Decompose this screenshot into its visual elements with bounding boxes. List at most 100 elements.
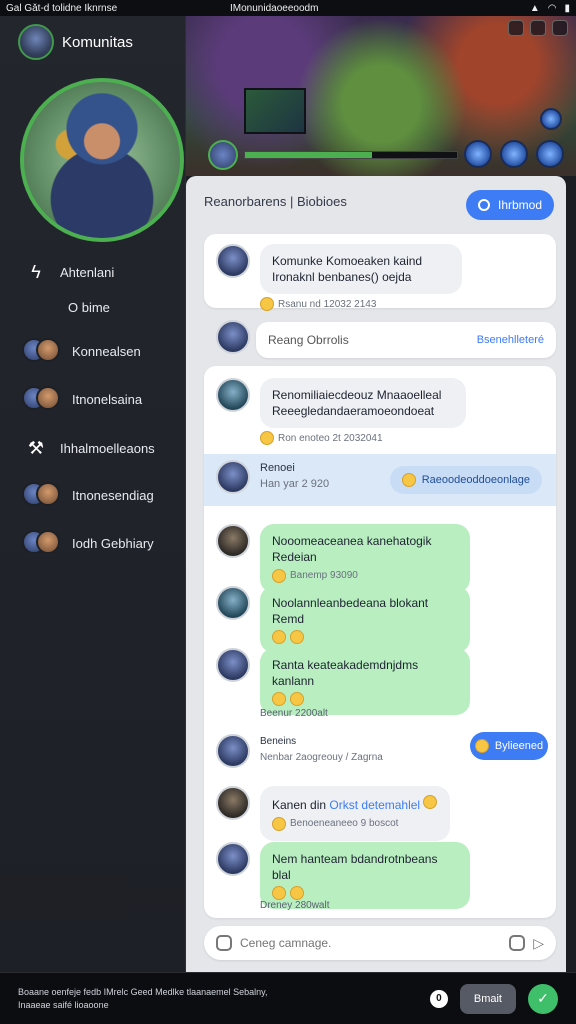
avatar[interactable]: [216, 586, 250, 620]
hero-avatar[interactable]: [20, 78, 184, 242]
date-divider: Beenur 2200alt: [260, 708, 328, 719]
sidebar-item-ihhalmoelleaons[interactable]: ⚒ Ihhalmoelleaons: [22, 434, 155, 462]
avatar[interactable]: [216, 648, 250, 682]
message-meta-text: Nenbar 2aogreouy / Zagrna: [260, 752, 383, 763]
sidebar-item-label: Itnonelsaina: [72, 391, 143, 407]
skill-button[interactable]: [464, 140, 492, 168]
avatar[interactable]: [216, 244, 250, 278]
search-link[interactable]: Bsenehlleteré: [477, 334, 544, 346]
banner-tools: [508, 20, 568, 36]
message-meta: Rsanu nd 12032 2143: [260, 297, 462, 311]
sidebar-item-label: O bime: [68, 300, 110, 315]
message-meta-text: Banemp 93090: [290, 570, 358, 581]
skill-button[interactable]: [536, 140, 564, 168]
highlight-action-label: Raeoodeoddoeonlage: [421, 474, 530, 486]
reply-pill[interactable]: Bylieened: [470, 732, 548, 760]
message-link[interactable]: Orkst detemahlel: [329, 798, 420, 812]
avatar[interactable]: [216, 460, 250, 494]
tool-icon[interactable]: [508, 20, 524, 36]
battery-icon: ▮: [564, 2, 570, 14]
message-meta: [272, 630, 458, 644]
sidebar-item-o-bime[interactable]: O bime: [68, 300, 110, 315]
info-icon[interactable]: 0: [429, 989, 448, 1008]
avatar[interactable]: [18, 24, 54, 60]
avatar[interactable]: [216, 378, 250, 412]
avatar[interactable]: [216, 786, 250, 820]
avatar[interactable]: [216, 734, 250, 768]
message-row: Kanen din Orkst detemahlel Benoeneaneeo …: [216, 786, 450, 841]
attach-icon[interactable]: [216, 935, 232, 951]
banner-hud: [208, 140, 458, 170]
hud-avatar: [208, 140, 238, 170]
message-row: Noolannleanbedeana blokant Remd: [216, 586, 470, 653]
sidebar-item-itnonelsaina[interactable]: Itnonelsaina: [22, 386, 142, 412]
sticker-icon[interactable]: [509, 935, 526, 951]
sidebar-header[interactable]: Komunitas: [18, 24, 133, 60]
hammer-icon: ⚒: [27, 437, 45, 458]
avatar[interactable]: [216, 524, 250, 558]
message-input-bar: ▷: [204, 926, 556, 960]
sidebar-item-iodh-gebhiary[interactable]: Iodh Gebhiary: [22, 530, 154, 556]
emoji-icon: [260, 297, 274, 311]
message-meta: Benoeneaneeo 9 boscot: [272, 816, 438, 832]
message-row: Beneins Nenbar 2aogreouy / Zagrna: [216, 734, 383, 768]
message-text: Noolannleanbedeana blokant Remd: [272, 596, 429, 626]
tool-icon[interactable]: [530, 20, 546, 36]
bottom-bar: Boaane oenfeje fedb IMrelc Geed Medlke t…: [0, 972, 576, 1024]
send-icon[interactable]: ▷: [533, 935, 544, 952]
emoji-icon: [290, 886, 304, 900]
message-bubble: Renomiliaiecdeouz Mnaaoelleal Reeegledan…: [260, 378, 466, 428]
game-banner[interactable]: [186, 16, 576, 176]
search-placeholder: Reang Obrrolis: [268, 333, 349, 347]
emoji-icon: [401, 473, 416, 487]
message-card: Komunke Komoeaken kaind Ironaknl benbane…: [204, 234, 556, 311]
message-title: Beneins: [260, 736, 297, 747]
avatar-pair: [22, 482, 62, 508]
header-action-button[interactable]: Ihrbmod: [466, 190, 554, 220]
message-meta-text: Ron enoteo 2t 2032041: [278, 432, 383, 444]
avatar[interactable]: [216, 842, 250, 876]
sidebar-item-label: Ihhalmoelleaons: [60, 440, 155, 456]
message-text: Reeegledandaeramoeondoeat: [272, 404, 435, 418]
search-row: [216, 320, 250, 354]
emoji-icon: [272, 886, 286, 900]
emoji-icon: [272, 569, 286, 583]
bottom-text-line: Inaaeae saifé lioaoone: [18, 999, 109, 1010]
emoji-icon: [272, 630, 286, 644]
health-bar: [244, 151, 458, 159]
message-input[interactable]: [240, 936, 502, 950]
message-row: Nooomeaceanea kanehatogik Redeian Banemp…: [216, 524, 470, 593]
sidebar-item-itnonesendiag[interactable]: Itnonesendiag: [22, 482, 154, 508]
chat-header: Reanorbarens | Biobioes: [204, 194, 347, 209]
tool-icon[interactable]: [552, 20, 568, 36]
message-text: Ironaknl benbanes() oejda: [272, 270, 412, 284]
highlight-action-button[interactable]: Raeoodeoddoeonlage: [389, 466, 542, 494]
message-text: Komunke Komoeaken kaind: [272, 254, 423, 268]
message-list-card: Renomiliaiecdeouz Mnaaoelleal Reeegledan…: [204, 366, 556, 918]
message-meta: Ron enoteo 2t 2032041: [260, 431, 466, 445]
message-meta: [272, 692, 458, 706]
lightning-icon: ϟ: [31, 261, 41, 282]
check-icon[interactable]: ✓: [528, 983, 558, 1014]
avatar[interactable]: [216, 320, 250, 354]
message-text: Ranta keateakademdnjdms kanlann: [272, 658, 419, 688]
emoji-icon: [290, 692, 304, 706]
skill-button[interactable]: [500, 140, 528, 168]
bottom-button[interactable]: Bmait: [459, 983, 516, 1014]
sidebar-item-ahtenlani[interactable]: ϟ Ahtenlani: [22, 258, 114, 286]
search-input[interactable]: Reang Obrrolis Bsenehlleteré: [256, 322, 556, 358]
wifi-icon: ◠: [547, 2, 557, 14]
message-bubble: Noolannleanbedeana blokant Remd: [260, 586, 470, 653]
avatar-pair: [22, 530, 62, 556]
skill-button[interactable]: [540, 108, 562, 130]
minimap[interactable]: [244, 88, 306, 134]
message-bubble: Ranta keateakademdnjdms kanlann: [260, 648, 470, 715]
header-button-label: Ihrbmod: [497, 198, 543, 212]
sidebar-item-konnealsen[interactable]: Konnealsen: [22, 338, 141, 364]
message-row: Ranta keateakademdnjdms kanlann: [216, 648, 470, 715]
message-meta-text: Rsanu nd 12032 2143: [278, 298, 377, 310]
avatar-pair: [22, 386, 62, 412]
ring-icon: [477, 199, 490, 211]
reply-label: Bylieened: [494, 740, 544, 752]
bottom-text: Boaane oenfeje fedb IMrelc Geed Medlke t…: [18, 986, 430, 1012]
